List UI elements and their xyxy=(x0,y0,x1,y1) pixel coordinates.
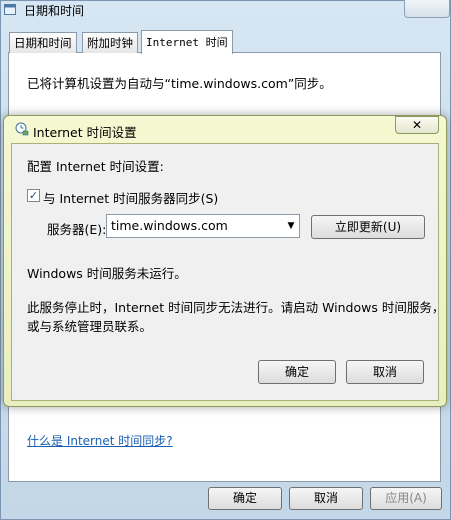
server-value[interactable]: time.windows.com xyxy=(111,218,228,233)
sync-status-text: 已将计算机设置为自动与“time.windows.com”同步。 xyxy=(27,76,332,91)
cancel-button[interactable]: 取消 xyxy=(289,487,363,510)
apply-button[interactable]: 应用(A) xyxy=(370,487,442,510)
dialog-cancel-button[interactable]: 取消 xyxy=(346,360,424,384)
checkmark-icon: ✓ xyxy=(28,189,39,202)
tab-date-time[interactable]: 日期和时间 xyxy=(9,32,77,53)
update-now-button[interactable]: 立即更新(U) xyxy=(311,215,425,239)
window-title: 日期和时间 xyxy=(24,4,85,18)
dialog-title: Internet 时间设置 xyxy=(33,125,137,140)
dialog-close-button[interactable]: ✕ xyxy=(395,116,439,134)
server-label: 服务器(E): xyxy=(47,222,107,237)
tab-internet-time[interactable]: Internet 时间 xyxy=(141,30,233,54)
help-link[interactable]: 什么是 Internet 时间同步? xyxy=(27,432,173,449)
description-line: 或与系统管理员联系。 xyxy=(27,319,153,334)
clock-calendar-icon xyxy=(4,4,16,15)
chevron-down-icon[interactable]: ▼ xyxy=(284,217,298,235)
description-line: 此服务停止时，Internet 时间同步无法进行。请启动 Windows 时间服… xyxy=(27,300,445,315)
config-label: 配置 Internet 时间设置: xyxy=(27,159,164,174)
network-clock-icon xyxy=(15,122,29,136)
ok-button[interactable]: 确定 xyxy=(208,487,282,510)
service-status-text: Windows 时间服务未运行。 xyxy=(27,266,187,281)
sync-checkbox[interactable]: ✓ xyxy=(27,189,40,202)
dialog-ok-button[interactable]: 确定 xyxy=(258,360,336,384)
window-close-button[interactable] xyxy=(404,0,450,18)
tab-additional-clocks[interactable]: 附加时钟 xyxy=(82,32,138,53)
close-icon: ✕ xyxy=(411,118,423,132)
sync-checkbox-label[interactable]: 与 Internet 时间服务器同步(S) xyxy=(43,188,218,207)
